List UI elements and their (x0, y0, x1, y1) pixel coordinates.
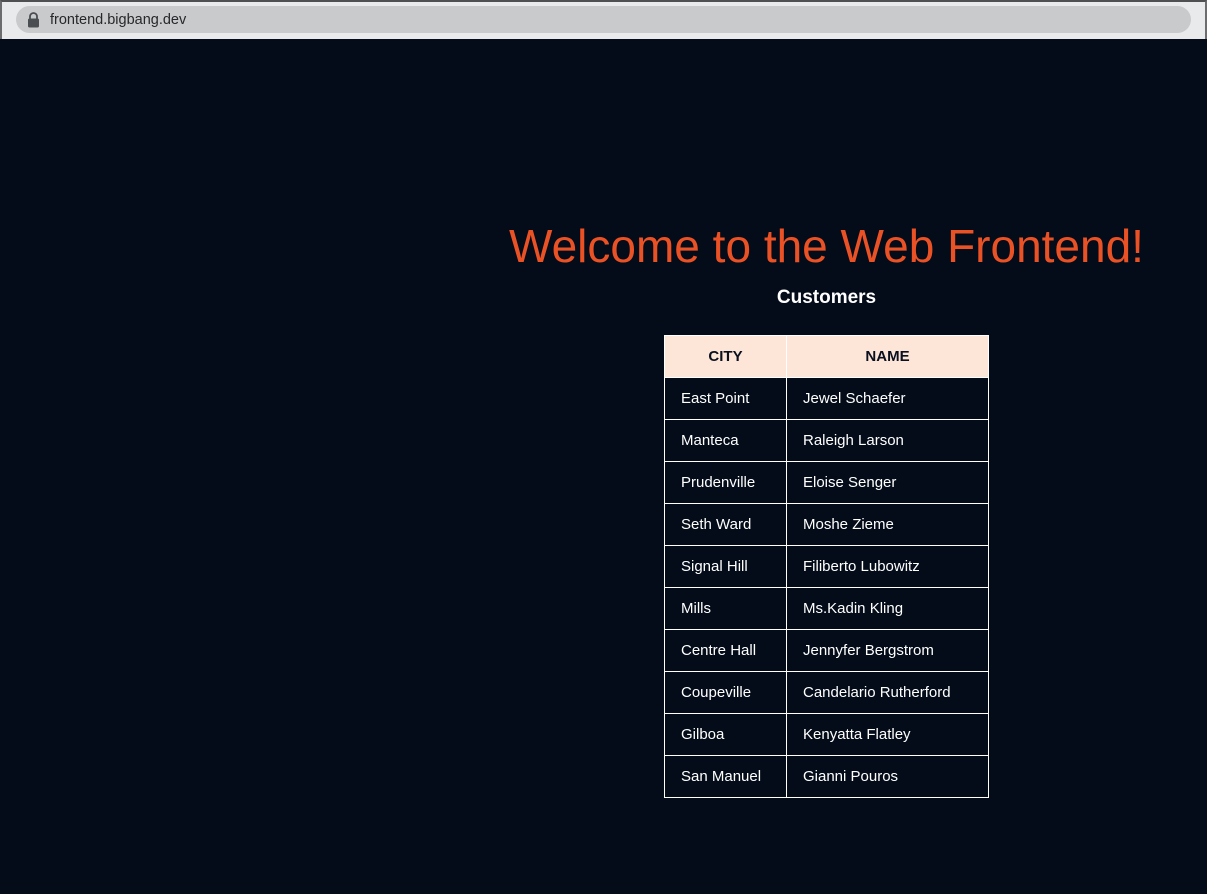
content-area: Welcome to the Web Frontend! Customers C… (445, 39, 1207, 798)
lock-icon (27, 12, 40, 28)
name-cell: Moshe Zieme (787, 503, 989, 545)
table-row: Coupeville Candelario Rutherford (665, 671, 989, 713)
table-row: Centre Hall Jennyfer Bergstrom (665, 629, 989, 671)
city-cell: Gilboa (665, 713, 787, 755)
city-cell: Coupeville (665, 671, 787, 713)
column-header-city: CITY (665, 335, 787, 377)
name-cell: Eloise Senger (787, 461, 989, 503)
name-cell: Filiberto Lubowitz (787, 545, 989, 587)
name-cell: Jewel Schaefer (787, 377, 989, 419)
city-cell: East Point (665, 377, 787, 419)
section-title: Customers (445, 287, 1207, 309)
column-header-name: NAME (787, 335, 989, 377)
table-header: CITY NAME (665, 335, 989, 377)
table-row: Prudenville Eloise Senger (665, 461, 989, 503)
table-row: Gilboa Kenyatta Flatley (665, 713, 989, 755)
table-row: East Point Jewel Schaefer (665, 377, 989, 419)
name-cell: Raleigh Larson (787, 419, 989, 461)
name-cell: Gianni Pouros (787, 755, 989, 797)
table-row: San Manuel Gianni Pouros (665, 755, 989, 797)
table-row: Mills Ms.Kadin Kling (665, 587, 989, 629)
city-cell: Signal Hill (665, 545, 787, 587)
browser-toolbar: frontend.bigbang.dev (0, 0, 1207, 39)
url-text[interactable]: frontend.bigbang.dev (50, 12, 186, 28)
name-cell: Candelario Rutherford (787, 671, 989, 713)
city-cell: San Manuel (665, 755, 787, 797)
table-row: Manteca Raleigh Larson (665, 419, 989, 461)
city-cell: Manteca (665, 419, 787, 461)
city-cell: Prudenville (665, 461, 787, 503)
city-cell: Mills (665, 587, 787, 629)
table-row: Seth Ward Moshe Zieme (665, 503, 989, 545)
name-cell: Jennyfer Bergstrom (787, 629, 989, 671)
name-cell: Kenyatta Flatley (787, 713, 989, 755)
city-cell: Centre Hall (665, 629, 787, 671)
page: Welcome to the Web Frontend! Customers C… (0, 39, 1207, 894)
table-body: East Point Jewel Schaefer Manteca Raleig… (665, 377, 989, 797)
name-cell: Ms.Kadin Kling (787, 587, 989, 629)
customers-table: CITY NAME East Point Jewel Schaefer Mant… (664, 335, 989, 798)
page-title: Welcome to the Web Frontend! (445, 39, 1207, 273)
table-row: Signal Hill Filiberto Lubowitz (665, 545, 989, 587)
city-cell: Seth Ward (665, 503, 787, 545)
address-bar[interactable]: frontend.bigbang.dev (16, 6, 1191, 33)
